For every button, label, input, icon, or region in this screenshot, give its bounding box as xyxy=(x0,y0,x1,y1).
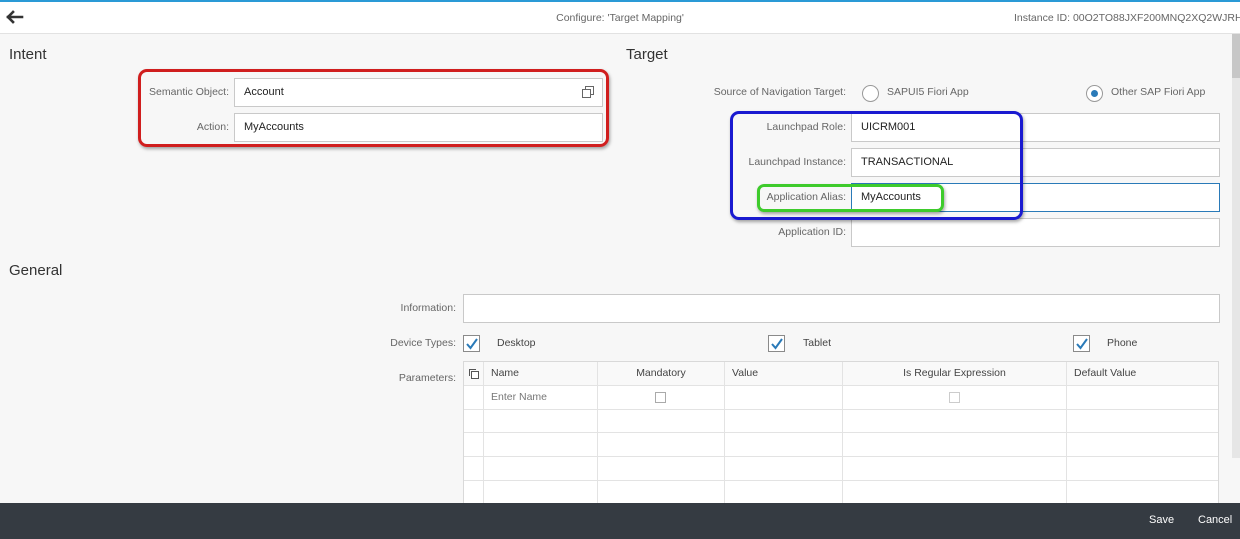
column-header-mandatory[interactable]: Mandatory xyxy=(598,362,725,386)
empty-cell xyxy=(843,457,1067,481)
footer-toolbar xyxy=(0,503,1240,539)
empty-cell xyxy=(843,433,1067,457)
information-input[interactable] xyxy=(463,294,1220,323)
empty-cell xyxy=(725,457,843,481)
scrollbar-thumb[interactable] xyxy=(1232,34,1240,78)
mandatory-cell xyxy=(598,386,725,410)
alias-highlight-box xyxy=(757,184,944,212)
application-id-input[interactable] xyxy=(851,218,1220,247)
parameters-label: Parameters: xyxy=(398,372,456,384)
phone-label: Phone xyxy=(1107,337,1138,349)
empty-cell xyxy=(843,481,1067,503)
page-header: Configure: 'Target Mapping' Instance ID:… xyxy=(0,2,1240,34)
empty-cell xyxy=(1067,481,1218,503)
target-section-title: Target xyxy=(626,46,668,63)
radio-sapui5-label: SAPUI5 Fiori App xyxy=(887,86,969,98)
row-selector xyxy=(464,481,484,503)
column-header-value[interactable]: Value xyxy=(725,362,843,386)
empty-cell xyxy=(598,433,725,457)
cancel-button[interactable]: Cancel xyxy=(1198,514,1232,526)
empty-cell xyxy=(1067,433,1218,457)
application-id-label: Application ID: xyxy=(778,226,846,238)
empty-cell xyxy=(598,410,725,433)
radio-other-sap-fiori-app[interactable] xyxy=(1086,85,1103,102)
column-header-regex[interactable]: Is Regular Expression xyxy=(843,362,1067,386)
empty-cell xyxy=(598,457,725,481)
desktop-label: Desktop xyxy=(497,337,536,349)
intent-section-title: Intent xyxy=(9,46,47,63)
instance-id: Instance ID: 00O2TO88JXF200MNQ2XQ2WJRH xyxy=(1014,12,1240,24)
row-selector xyxy=(464,410,484,433)
checkmark-icon xyxy=(466,338,478,350)
row-selector xyxy=(464,433,484,457)
parameters-table: Name Mandatory Value Is Regular Expressi… xyxy=(463,361,1219,504)
radio-sapui5-fiori-app[interactable] xyxy=(862,85,879,102)
default-value-cell[interactable] xyxy=(1067,386,1218,410)
select-all-icon xyxy=(469,369,479,379)
row-selector[interactable] xyxy=(464,386,484,410)
empty-cell xyxy=(725,433,843,457)
source-nav-label: Source of Navigation Target: xyxy=(713,86,846,98)
column-header-default-value[interactable]: Default Value xyxy=(1067,362,1218,386)
empty-cell xyxy=(484,457,598,481)
column-header-name[interactable]: Name xyxy=(484,362,598,386)
empty-cell xyxy=(484,481,598,503)
phone-checkbox[interactable] xyxy=(1073,335,1090,352)
vertical-scrollbar[interactable] xyxy=(1232,34,1240,458)
tablet-label: Tablet xyxy=(803,337,832,349)
regex-cell xyxy=(843,386,1067,410)
save-button[interactable]: Save xyxy=(1149,514,1174,526)
select-all-cell[interactable] xyxy=(464,362,484,386)
empty-cell xyxy=(1067,410,1218,433)
information-label: Information: xyxy=(400,302,456,314)
intent-highlight-box xyxy=(138,69,609,147)
mandatory-checkbox[interactable] xyxy=(655,392,666,403)
empty-cell xyxy=(598,481,725,503)
radio-other-label: Other SAP Fiori App xyxy=(1111,86,1206,98)
row-selector xyxy=(464,457,484,481)
name-input-placeholder[interactable]: Enter Name xyxy=(484,386,598,410)
empty-cell xyxy=(484,410,598,433)
regex-checkbox xyxy=(949,392,960,403)
empty-cell xyxy=(725,481,843,503)
empty-cell xyxy=(725,410,843,433)
tablet-checkbox[interactable] xyxy=(768,335,785,352)
device-types-label: Device Types: xyxy=(390,337,456,349)
empty-cell xyxy=(843,410,1067,433)
desktop-checkbox[interactable] xyxy=(463,335,480,352)
value-cell[interactable] xyxy=(725,386,843,410)
empty-cell xyxy=(484,433,598,457)
general-section-title: General xyxy=(9,262,63,279)
empty-cell xyxy=(1067,457,1218,481)
checkmark-icon xyxy=(1076,338,1088,350)
checkmark-icon xyxy=(771,338,783,350)
